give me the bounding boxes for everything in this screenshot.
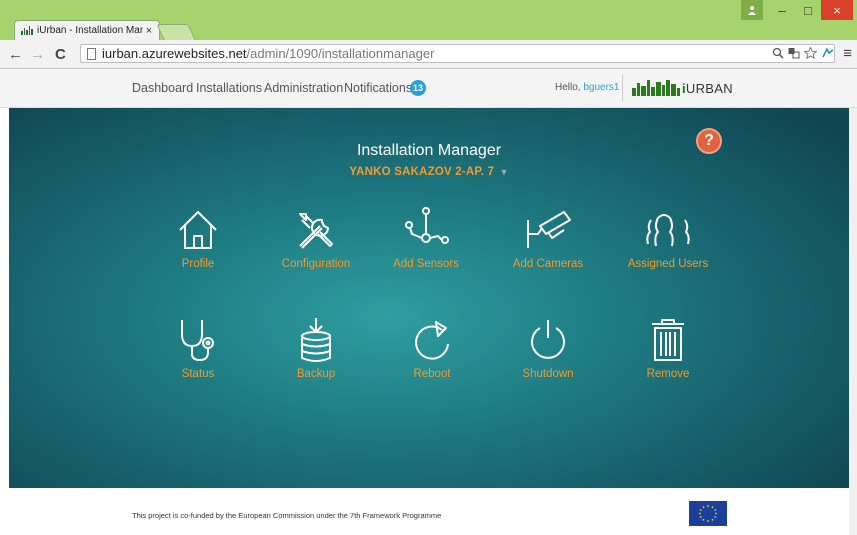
page-title: Installation Manager — [356, 142, 502, 159]
home-icon — [179, 211, 217, 249]
installation-selector[interactable]: YANKO SAKAZOV 2-AP. 7 ▼ — [9, 166, 849, 178]
address-bar-actions — [772, 47, 817, 59]
extension-icon[interactable] — [821, 47, 835, 59]
profile-icon[interactable] — [741, 0, 763, 20]
browser-toolbar: ← → C iurban.azurewebsites.net /admin/10… — [0, 40, 857, 69]
maximize-button[interactable]: □ — [795, 0, 821, 20]
action-profile[interactable]: Profile — [143, 206, 253, 286]
bookmark-star-icon[interactable] — [804, 47, 817, 59]
action-label: Configuration — [281, 258, 351, 270]
action-add-sensors[interactable]: Add Sensors — [371, 206, 481, 286]
help-button[interactable]: ? — [696, 128, 722, 154]
reboot-icon — [415, 321, 449, 360]
action-status[interactable]: Status — [143, 316, 253, 396]
users-icon — [646, 214, 690, 247]
page-scrollbar[interactable] — [849, 108, 857, 535]
close-window-button[interactable]: × — [821, 0, 853, 20]
browser-menu-icon[interactable]: ≡ — [843, 45, 852, 62]
nav-notifications[interactable]: Notifications — [344, 81, 412, 95]
action-configuration[interactable]: Configuration — [261, 206, 371, 286]
back-button[interactable]: ← — [8, 46, 23, 63]
action-reboot[interactable]: Reboot — [377, 316, 487, 396]
funding-notice: This project is co-funded by the Europea… — [132, 511, 442, 520]
action-shutdown[interactable]: Shutdown — [493, 316, 603, 396]
greeting-text: Hello, — [555, 82, 581, 93]
action-label: Assigned Users — [627, 258, 709, 270]
eu-flag-icon — [689, 501, 727, 526]
new-tab-button[interactable] — [156, 24, 196, 40]
trash-icon — [652, 319, 684, 361]
brand-suffix: URBAN — [685, 81, 733, 96]
action-assigned-users[interactable]: Assigned Users — [613, 206, 723, 286]
action-label: Remove — [646, 368, 690, 380]
address-bar[interactable]: iurban.azurewebsites.net /admin/1090/ins… — [80, 44, 835, 63]
url-host: iurban.azurewebsites.net — [102, 46, 247, 61]
brand-name[interactable]: iURBAN — [682, 81, 733, 96]
installation-manager-panel: Installation Manager YANKO SAKAZOV 2-AP.… — [9, 108, 849, 488]
site-navbar: Dashboard Installations Administration N… — [0, 69, 857, 108]
nav-dashboard[interactable]: Dashboard — [132, 81, 193, 95]
database-backup-icon — [301, 318, 331, 362]
power-icon — [531, 320, 565, 359]
tools-icon — [299, 213, 333, 249]
url-path: /admin/1090/installationmanager — [246, 46, 435, 61]
browser-titlebar: iUrban - Installation Mana × – □ × — [0, 0, 857, 40]
forward-button[interactable]: → — [30, 46, 45, 63]
action-label: Status — [181, 368, 215, 380]
tab-close-icon[interactable]: × — [143, 25, 155, 37]
tab-title: iUrban - Installation Mana — [37, 25, 143, 36]
action-label: Add Sensors — [393, 258, 459, 270]
camera-icon — [527, 211, 571, 248]
sensor-network-icon — [405, 207, 449, 244]
translate-icon[interactable] — [788, 47, 800, 59]
action-label: Add Cameras — [512, 258, 584, 270]
action-add-cameras[interactable]: Add Cameras — [493, 206, 603, 286]
action-backup[interactable]: Backup — [261, 316, 371, 396]
greeting: Hello, bguers1 — [555, 82, 620, 93]
installation-name: YANKO SAKAZOV 2-AP. 7 — [349, 166, 495, 178]
page-icon — [87, 47, 96, 60]
stethoscope-icon — [181, 320, 214, 362]
notifications-count-badge[interactable]: 13 — [410, 80, 426, 96]
user-link[interactable]: bguers1 — [583, 82, 619, 93]
nav-installations[interactable]: Installations — [196, 81, 262, 95]
window-controls: – □ × — [741, 0, 853, 20]
chevron-down-icon[interactable]: ▼ — [500, 167, 509, 177]
minimize-button[interactable]: – — [769, 0, 795, 20]
action-label: Shutdown — [522, 368, 574, 380]
iurban-favicon-icon — [21, 26, 33, 35]
iurban-logo-icon[interactable] — [632, 79, 680, 96]
action-remove[interactable]: Remove — [613, 316, 723, 396]
reload-button[interactable]: C — [55, 46, 66, 63]
action-label: Backup — [296, 368, 336, 380]
action-label: Reboot — [413, 368, 451, 380]
browser-tab[interactable]: iUrban - Installation Mana × — [14, 20, 160, 40]
page-footer: This project is co-funded by the Europea… — [0, 488, 857, 535]
nav-administration[interactable]: Administration — [264, 81, 343, 95]
brand-divider — [622, 75, 623, 101]
zoom-icon[interactable] — [772, 47, 784, 59]
action-label: Profile — [181, 258, 215, 270]
